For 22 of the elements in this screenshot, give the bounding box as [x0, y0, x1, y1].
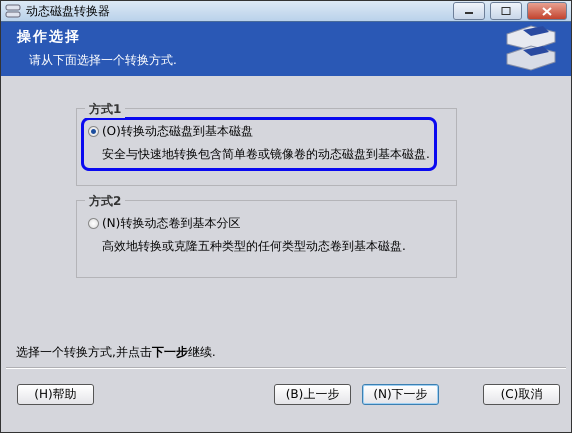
header-title: 操作选择: [17, 28, 82, 46]
cancel-button[interactable]: (C)取消: [483, 384, 560, 405]
window-title: 动态磁盘转换器: [26, 2, 111, 20]
minimize-button[interactable]: [453, 2, 485, 20]
next-button[interactable]: (N)下一步: [362, 384, 439, 405]
help-button[interactable]: (H)帮助: [17, 384, 94, 405]
radio-button[interactable]: [88, 126, 99, 137]
disk-icon: [5, 4, 21, 18]
group-legend: 方式2: [85, 192, 126, 210]
option-label[interactable]: (O)转换动态磁盘到基本磁盘: [102, 122, 253, 140]
close-button[interactable]: [527, 2, 567, 20]
option-label[interactable]: (N)转换动态卷到基本分区: [102, 214, 240, 232]
maximize-button[interactable]: [490, 2, 522, 20]
group-legend: 方式1: [85, 100, 126, 118]
maximize-icon: [501, 7, 511, 16]
radio-button[interactable]: [88, 218, 99, 229]
option-description: 安全与快速地转换包含简单卷或镜像卷的动态磁盘到基本磁盘.: [102, 146, 428, 163]
option-description: 高效地转换或克隆五种类型的任何类型动态卷到基本磁盘.: [102, 238, 407, 255]
back-button[interactable]: (B)上一步: [274, 384, 351, 405]
instruction-text: 选择一个转换方式,并点击下一步继续.: [16, 344, 217, 361]
close-icon: [542, 6, 552, 16]
header-subtitle: 请从下面选择一个转换方式.: [29, 52, 178, 70]
